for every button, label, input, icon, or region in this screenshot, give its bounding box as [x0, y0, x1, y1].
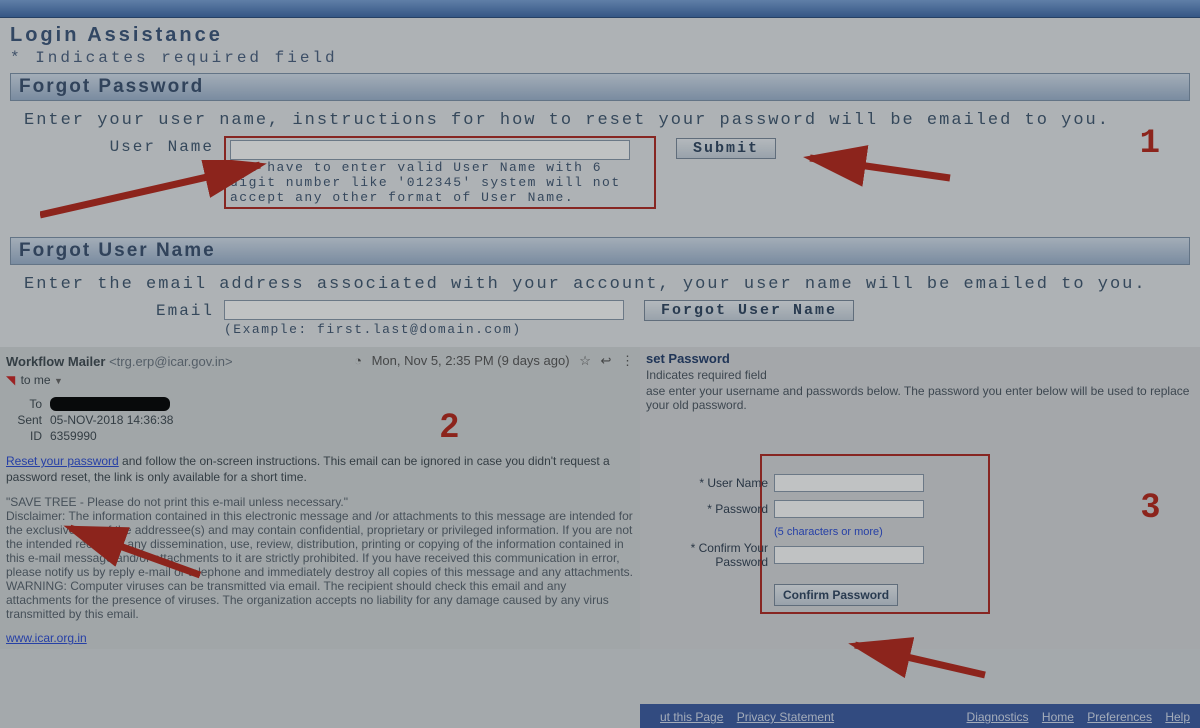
arrow-icon: [60, 520, 210, 580]
page-title: Login Assistance: [10, 24, 1190, 47]
to-redacted: [50, 397, 170, 411]
forgot-username-button[interactable]: Forgot User Name: [644, 300, 854, 321]
footer-home[interactable]: Home: [1042, 710, 1074, 724]
site-link[interactable]: www.icar.org.in: [6, 631, 87, 645]
email-panel: Workflow Mailer <trg.erp@icar.gov.in> ◔ …: [0, 347, 640, 649]
email-label: Email: [24, 300, 224, 320]
reset-username-label: * User Name: [638, 476, 768, 490]
id-label: ID: [6, 429, 42, 443]
to-label: To: [6, 397, 42, 411]
flag-icon: ◥: [6, 373, 15, 387]
id-value: 6359990: [50, 429, 97, 443]
reply-icon[interactable]: ↩: [600, 353, 611, 368]
footer-bar: ut this Page Privacy Statement Diagnosti…: [640, 704, 1200, 728]
username-highlight-box: You have to enter valid User Name with 6…: [224, 136, 656, 209]
forgot-username-heading: Forgot User Name: [10, 237, 1190, 265]
confirm-password-label: * Confirm Your Password: [638, 541, 768, 569]
step-1-marker: 1: [1140, 125, 1160, 163]
save-tree-note: "SAVE TREE - Please do not print this e-…: [6, 495, 634, 509]
username-label: User Name: [24, 136, 224, 156]
password-hint: (5 characters or more): [774, 526, 976, 538]
window-titlebar: [0, 0, 1200, 18]
username-hint: You have to enter valid User Name with 6…: [230, 160, 650, 205]
username-input[interactable]: [230, 140, 630, 160]
arrow-icon: [40, 160, 270, 220]
footer-about[interactable]: ut this Page: [660, 710, 723, 724]
star-icon[interactable]: ☆: [579, 353, 591, 368]
confirm-password-input[interactable]: [774, 546, 924, 564]
sent-value: 05-NOV-2018 14:36:38: [50, 413, 173, 427]
required-indicator: * Indicates required field: [10, 49, 1190, 67]
reset-required-note: Indicates required field: [646, 368, 1194, 382]
attachment-icon: ◔: [354, 353, 362, 368]
email-example: (Example: first.last@domain.com): [224, 322, 624, 337]
arrow-icon: [845, 635, 995, 685]
email-date: Mon, Nov 5, 2:35 PM (9 days ago): [372, 353, 570, 368]
footer-diagnostics[interactable]: Diagnostics: [967, 710, 1029, 724]
email-from-address: <trg.erp@icar.gov.in>: [109, 354, 233, 369]
reset-password-input[interactable]: [774, 500, 924, 518]
email-input[interactable]: [224, 300, 624, 320]
reset-title: set Password: [646, 351, 1194, 366]
reset-password-label: * Password: [638, 502, 768, 516]
footer-privacy[interactable]: Privacy Statement: [737, 710, 834, 724]
step-3-marker: 3: [1141, 487, 1160, 526]
forgot-password-heading: Forgot Password: [10, 73, 1190, 101]
footer-preferences[interactable]: Preferences: [1087, 710, 1152, 724]
confirm-password-button[interactable]: Confirm Password: [774, 584, 898, 606]
reset-password-panel: set Password Indicates required field as…: [640, 347, 1200, 649]
step-2-marker: 2: [440, 407, 459, 446]
forgot-password-instruction: Enter your user name, instructions for h…: [24, 111, 1176, 130]
reset-username-input[interactable]: [774, 474, 924, 492]
arrow-icon: [800, 138, 960, 188]
forgot-username-instruction: Enter the email address associated with …: [24, 275, 1176, 294]
forgot-username-section: Enter the email address associated with …: [10, 265, 1190, 347]
submit-button[interactable]: Submit: [676, 138, 776, 159]
reset-highlight-box: * User Name * Password (5 characters or …: [760, 454, 990, 614]
reset-instruction: ase enter your username and passwords be…: [646, 384, 1194, 412]
email-from-name: Workflow Mailer: [6, 354, 105, 369]
reset-password-link[interactable]: Reset your password: [6, 454, 119, 468]
to-me-label: to me: [21, 373, 51, 387]
sent-label: Sent: [6, 413, 42, 427]
more-icon[interactable]: ⋮: [621, 353, 634, 368]
footer-help[interactable]: Help: [1165, 710, 1190, 724]
dropdown-icon[interactable]: ▼: [54, 376, 63, 386]
